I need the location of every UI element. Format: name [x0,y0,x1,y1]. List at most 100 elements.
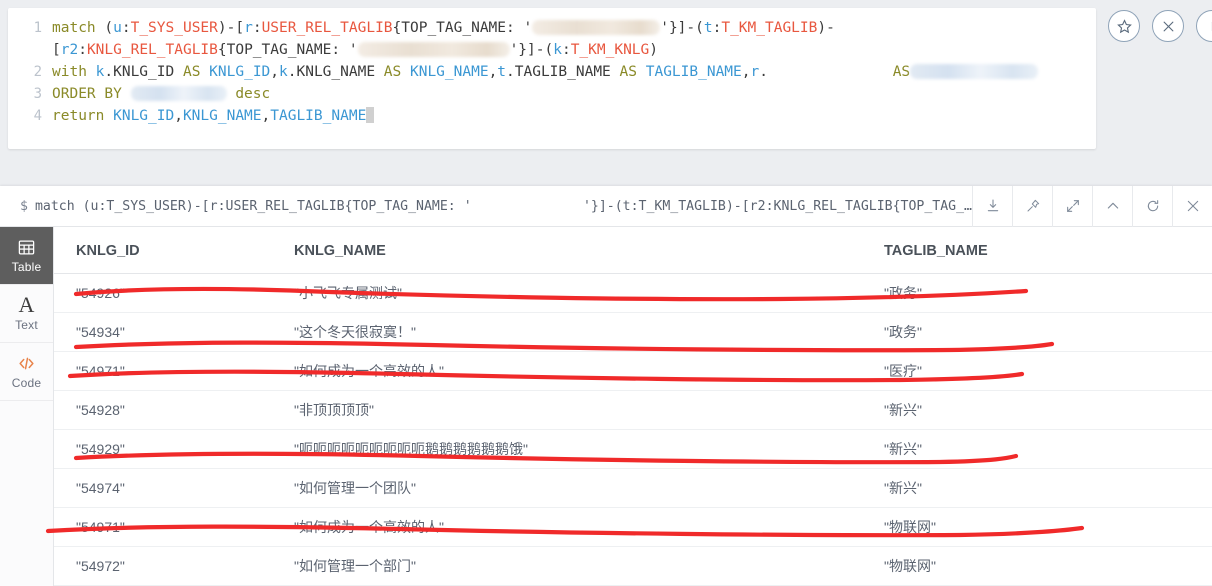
code-token: KNLG_REL_TAGLIB [86,42,218,58]
code-token: USER_REL_TAGLIB [261,20,393,36]
close-icon[interactable] [1172,185,1212,227]
table-cell-knlg-name: "如何管理一个部门" [294,546,884,586]
table-cell-knlg-id: "54974" [54,468,294,508]
result-view-text[interactable]: A Text [0,285,53,343]
table-cell-knlg-name: "如何管理一个团队" [294,468,884,508]
code-token: T_KM_TAGLIB [721,20,818,36]
code-token: t [497,64,507,80]
redacted-tag-value [474,199,581,214]
result-view-label: Text [15,318,38,332]
code-token: , [488,64,498,80]
result-view-label: Table [11,260,42,274]
table-cell-knlg-id: "54972" [54,546,294,586]
table-row[interactable]: "54972" "如何管理一个部门" "物联网" [54,546,1212,586]
table-cell-knlg-id: "54928" [54,390,294,430]
table-cell-knlg-name: "如何成为一个高效的人" [294,507,884,547]
table-cell-taglib-name: "新兴" [884,468,1212,508]
code-token: '}]-( [509,42,554,58]
code-token: ) [649,42,659,58]
download-icon[interactable] [972,185,1012,227]
table-body: "54926" "小飞飞专属测试" "政务" "54934" "这个冬天很寂寞！" "政务… [54,273,1212,586]
pin-icon[interactable] [1012,185,1052,227]
query-text-before: match (u:T_SYS_USER)-[r:USER_REL_TAGLIB{… [34,198,472,214]
table-icon [17,237,36,257]
result-toolbar [972,185,1212,227]
executed-query-text: $ match (u:T_SYS_USER)-[r:USER_REL_TAGLI… [0,199,972,214]
code-token: : [252,20,262,36]
redacted-value [130,86,227,101]
code-token: '}]-( [660,20,704,36]
code-token: : [121,20,131,36]
column-header-knlg-id[interactable]: KNLG_ID [54,227,294,274]
table-row[interactable]: "54929" "呃呃呃呃呃呃呃呃呃鹅鹅鹅鹅鹅鹅饿" "新兴" [54,429,1212,469]
more-icon[interactable] [1196,10,1212,42]
table-header-row: KNLG_ID KNLG_NAME TAGLIB_NAME [54,227,1212,274]
table-cell-knlg-name: "呃呃呃呃呃呃呃呃呃鹅鹅鹅鹅鹅鹅饿" [294,429,884,469]
table-row[interactable]: "54974" "如何管理一个团队" "新兴" [54,468,1212,508]
table-head: KNLG_ID KNLG_NAME TAGLIB_NAME [54,227,1212,274]
code-token: ORDER BY [52,86,131,102]
table-cell-taglib-name: "物联网" [884,546,1212,586]
table-cell-knlg-id: "54971" [54,351,294,391]
code-token: )- [817,20,835,36]
code-token: KNLG_NAME [182,108,262,124]
query-code-area[interactable]: 1 match (u:T_SYS_USER)-[r:USER_REL_TAGLIB… [8,8,1096,127]
table-row[interactable]: "54928" "非顶顶顶顶" "新兴" [54,390,1212,430]
result-header: $ match (u:T_SYS_USER)-[r:USER_REL_TAGLI… [0,185,1212,227]
result-view-switcher: Table A Text Code [0,227,54,586]
refresh-icon[interactable] [1132,185,1172,227]
code-token: .TAGLIB_NAME [506,64,620,80]
code-token: KNLG_ID [209,64,271,80]
code-token: T_KM_KNLG [570,42,650,58]
table-cell-knlg-name: "小飞飞专属测试" [294,273,884,313]
redacted-value [357,42,510,57]
text-icon: A [18,292,35,317]
query-text-after: '}]-(t:T_KM_TAGLIB)-[r2:KNLG_REL_TAGLIB{… [582,198,972,214]
line-number: 4 [33,108,42,124]
table-cell-taglib-name: "政务" [884,273,1212,313]
code-token: t [703,20,713,36]
code-token: . [759,64,768,80]
result-table-container[interactable]: KNLG_ID KNLG_NAME TAGLIB_NAME "54926" "小飞… [54,227,1212,586]
column-header-knlg-name[interactable]: KNLG_NAME [294,227,884,274]
table-cell-knlg-id: "54934" [54,312,294,352]
table-cell-taglib-name: "新兴" [884,390,1212,430]
code-token: : [78,42,87,58]
code-line: 4 return KNLG_ID,KNLG_NAME,TAGLIB_NAME [8,105,1096,127]
expand-icon[interactable] [1052,185,1092,227]
query-editor-card[interactable]: 1 match (u:T_SYS_USER)-[r:USER_REL_TAGLIB… [8,8,1096,149]
table-cell-knlg-id: "54971" [54,507,294,547]
table-row[interactable]: "54926" "小飞飞专属测试" "政务" [54,273,1212,313]
table-cell-knlg-id: "54926" [54,273,294,313]
close-icon[interactable] [1152,10,1184,42]
table-cell-knlg-name: "这个冬天很寂寞！" [294,312,884,352]
result-view-code[interactable]: Code [0,343,53,401]
code-token: AS [619,64,646,80]
table-cell-taglib-name: "新兴" [884,429,1212,469]
table-row[interactable]: "54971" "如何成为一个高效的人" "医疗" [54,351,1212,391]
code-token: [ [52,42,61,58]
code-token: : [561,42,571,58]
table-row[interactable]: "54934" "这个冬天很寂寞！" "政务" [54,312,1212,352]
code-token: {TOP_TAG_NAME: ' [217,42,358,58]
result-view-table[interactable]: Table [0,227,53,285]
table-row[interactable]: "54971" "如何成为一个高效的人" "物联网" [54,507,1212,547]
app-root: 1 match (u:T_SYS_USER)-[r:USER_REL_TAGLIB… [0,0,1212,586]
code-token: ( [104,20,114,36]
result-table: KNLG_ID KNLG_NAME TAGLIB_NAME "54926" "小飞… [54,227,1212,586]
code-token: r [244,20,253,36]
collapse-up-icon[interactable] [1092,185,1132,227]
code-token: u [113,20,122,36]
code-token: match [52,20,105,36]
code-token: , [741,64,751,80]
prompt-symbol: $ [20,198,28,214]
column-header-taglib-name[interactable]: TAGLIB_NAME [884,227,1212,274]
code-token: .KNLG_ID [104,64,183,80]
table-cell-knlg-name: "如何成为一个高效的人" [294,351,884,391]
line-number: 2 [33,64,42,80]
code-token: , [174,108,183,124]
redacted-value [910,64,1039,79]
favorite-icon[interactable] [1108,10,1140,42]
code-token: AS [892,64,911,80]
